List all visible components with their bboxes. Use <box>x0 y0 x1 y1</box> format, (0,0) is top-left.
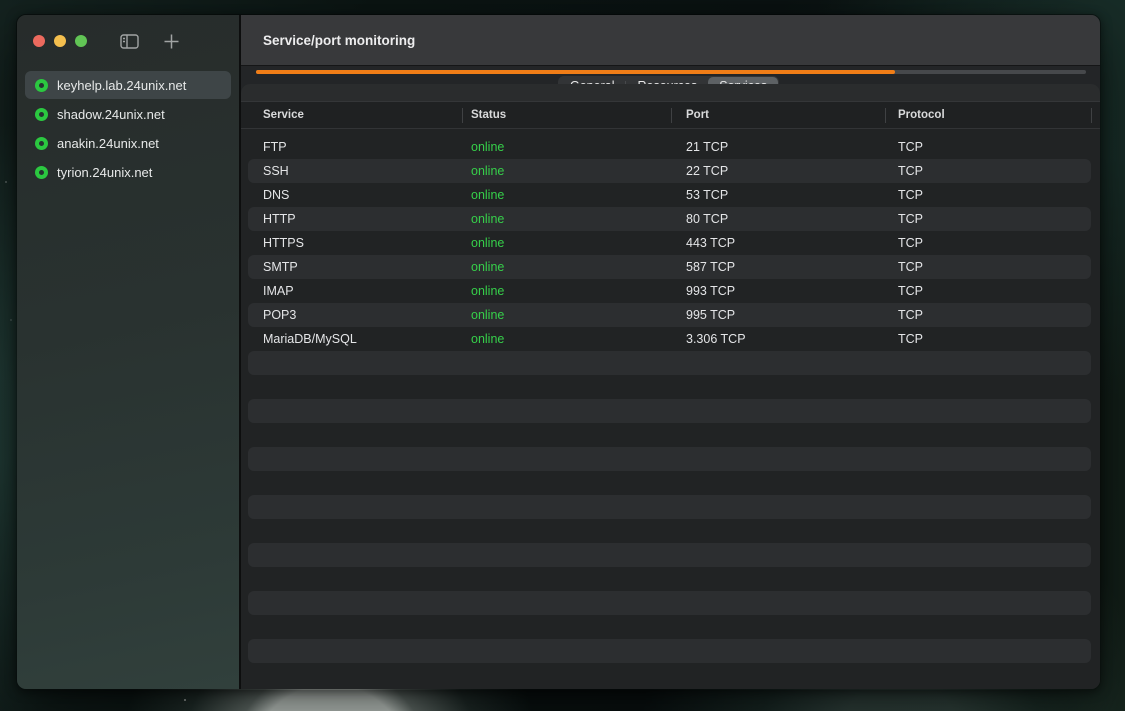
protocol-cell: TCP <box>898 207 923 231</box>
table-row[interactable]: SSH online 22 TCP TCP <box>248 159 1091 183</box>
table-header: Service Status Port Protocol <box>241 101 1100 129</box>
column-separator <box>1091 108 1092 123</box>
monitoring-progress-bar <box>256 70 1086 74</box>
column-separator <box>462 108 463 123</box>
server-label: shadow.24unix.net <box>57 107 165 122</box>
protocol-cell: TCP <box>898 135 923 159</box>
service-cell: DNS <box>263 183 289 207</box>
server-label: tyrion.24unix.net <box>57 165 152 180</box>
port-cell: 587 TCP <box>686 255 735 279</box>
pane-titlebar: Service/port monitoring <box>241 15 1100 66</box>
protocol-cell: TCP <box>898 159 923 183</box>
progress-fill <box>256 70 895 74</box>
table-row-empty <box>248 375 1091 399</box>
table-row-empty <box>248 519 1091 543</box>
port-cell: 443 TCP <box>686 231 735 255</box>
server-status-online-icon <box>35 166 48 179</box>
port-cell: 80 TCP <box>686 207 728 231</box>
table-row-empty <box>248 423 1091 447</box>
port-cell: 21 TCP <box>686 135 728 159</box>
table-row-empty <box>248 495 1091 519</box>
service-cell: SSH <box>263 159 289 183</box>
server-status-online-icon <box>35 108 48 121</box>
table-row-empty <box>248 663 1091 687</box>
table-row-empty <box>248 615 1091 639</box>
server-list: keyhelp.lab.24unix.net shadow.24unix.net… <box>17 67 239 186</box>
server-status-online-icon <box>35 79 48 92</box>
table-body: FTP online 21 TCP TCP SSH online 22 TCP TCP DNS o… <box>248 135 1091 687</box>
main-pane: Service/port monitoring General Resource… <box>241 15 1100 689</box>
protocol-cell: TCP <box>898 303 923 327</box>
port-cell: 22 TCP <box>686 159 728 183</box>
sidebar-item-server[interactable]: anakin.24unix.net <box>25 129 231 157</box>
table-row[interactable]: MariaDB/MySQL online 3.306 TCP TCP <box>248 327 1091 351</box>
column-header-service[interactable]: Service <box>263 102 304 128</box>
minimize-window-button[interactable] <box>54 35 66 47</box>
column-header-status[interactable]: Status <box>471 102 506 128</box>
status-cell: online <box>471 135 504 159</box>
sidebar-item-server[interactable]: keyhelp.lab.24unix.net <box>25 71 231 99</box>
status-cell: online <box>471 255 504 279</box>
service-cell: POP3 <box>263 303 296 327</box>
page-title: Service/port monitoring <box>263 33 415 48</box>
protocol-cell: TCP <box>898 327 923 351</box>
table-row[interactable]: POP3 online 995 TCP TCP <box>248 303 1091 327</box>
column-separator <box>885 108 886 123</box>
service-cell: HTTPS <box>263 231 304 255</box>
sidebar-item-server[interactable]: shadow.24unix.net <box>25 100 231 128</box>
sidebar: keyhelp.lab.24unix.net shadow.24unix.net… <box>17 15 239 689</box>
server-label: anakin.24unix.net <box>57 136 159 151</box>
protocol-cell: TCP <box>898 183 923 207</box>
column-header-port[interactable]: Port <box>686 102 709 128</box>
table-row[interactable]: FTP online 21 TCP TCP <box>248 135 1091 159</box>
port-cell: 3.306 TCP <box>686 327 746 351</box>
table-row-empty <box>248 447 1091 471</box>
port-cell: 995 TCP <box>686 303 735 327</box>
column-separator <box>671 108 672 123</box>
table-row-empty <box>248 567 1091 591</box>
status-cell: online <box>471 303 504 327</box>
table-row-empty <box>248 543 1091 567</box>
table-row-empty <box>248 399 1091 423</box>
table-row[interactable]: SMTP online 587 TCP TCP <box>248 255 1091 279</box>
protocol-cell: TCP <box>898 231 923 255</box>
status-cell: online <box>471 327 504 351</box>
add-server-icon[interactable] <box>164 34 179 49</box>
protocol-cell: TCP <box>898 279 923 303</box>
table-row[interactable]: DNS online 53 TCP TCP <box>248 183 1091 207</box>
table-row-empty <box>248 471 1091 495</box>
service-cell: HTTP <box>263 207 296 231</box>
table-row-empty <box>248 351 1091 375</box>
status-cell: online <box>471 207 504 231</box>
sidebar-item-server[interactable]: tyrion.24unix.net <box>25 158 231 186</box>
column-header-protocol[interactable]: Protocol <box>898 102 945 128</box>
port-cell: 53 TCP <box>686 183 728 207</box>
server-label: keyhelp.lab.24unix.net <box>57 78 186 93</box>
table-row[interactable]: HTTPS online 443 TCP TCP <box>248 231 1091 255</box>
app-window: keyhelp.lab.24unix.net shadow.24unix.net… <box>16 14 1101 690</box>
table-row-empty <box>248 639 1091 663</box>
table-row[interactable]: IMAP online 993 TCP TCP <box>248 279 1091 303</box>
status-cell: online <box>471 183 504 207</box>
server-status-online-icon <box>35 137 48 150</box>
service-cell: FTP <box>263 135 287 159</box>
protocol-cell: TCP <box>898 255 923 279</box>
zoom-window-button[interactable] <box>75 35 87 47</box>
service-cell: SMTP <box>263 255 298 279</box>
table-top-band <box>241 84 1100 101</box>
status-cell: online <box>471 159 504 183</box>
status-cell: online <box>471 279 504 303</box>
sidebar-toggle-icon[interactable] <box>120 34 139 49</box>
table-row[interactable]: HTTP online 80 TCP TCP <box>248 207 1091 231</box>
status-cell: online <box>471 231 504 255</box>
service-cell: IMAP <box>263 279 294 303</box>
table-row-empty <box>248 591 1091 615</box>
service-cell: MariaDB/MySQL <box>263 327 357 351</box>
sidebar-toolbar <box>17 15 239 67</box>
port-cell: 993 TCP <box>686 279 735 303</box>
services-table: Service Status Port Protocol FTP online 21… <box>241 84 1100 689</box>
close-window-button[interactable] <box>33 35 45 47</box>
